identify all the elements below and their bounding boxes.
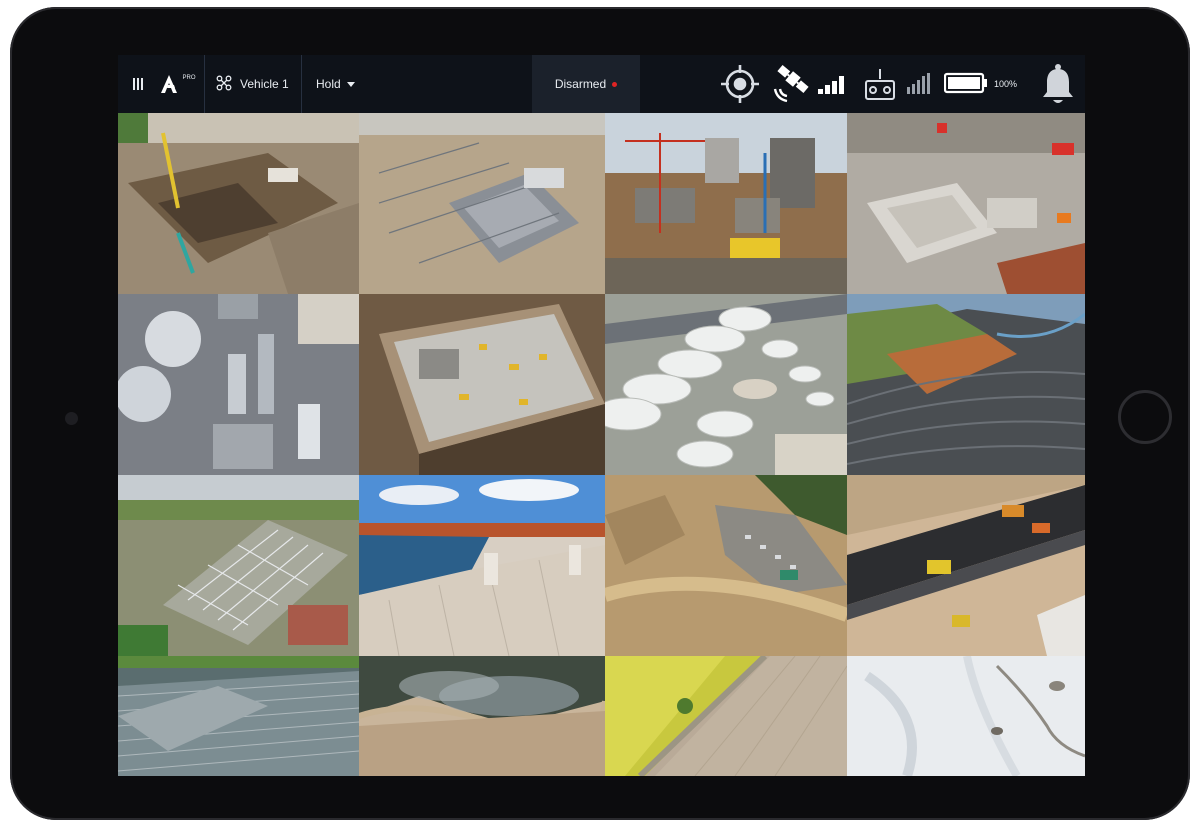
tile-concrete-structure[interactable] [359, 294, 605, 475]
camera-feed-grid [118, 113, 1085, 776]
chevron-down-icon [346, 81, 355, 87]
toolbar-divider [301, 55, 302, 113]
tile-industrial-plant[interactable] [118, 294, 359, 475]
tile-road-paving[interactable] [847, 475, 1085, 656]
tile-greenhouses[interactable] [118, 656, 359, 776]
arm-status-label: Disarmed [554, 77, 607, 91]
tile-snowy-terrain[interactable] [847, 656, 1085, 776]
battery-status[interactable]: 100% [943, 55, 1018, 113]
arm-status-dot [612, 81, 618, 87]
logo-pro-label: PRO [182, 75, 196, 81]
tile-open-pit-mine[interactable] [847, 294, 1085, 475]
top-toolbar: PRO Vehicle 1 Hold Disarmed 100% [118, 55, 1085, 113]
bell-icon[interactable] [1038, 55, 1078, 113]
tile-farmland-road[interactable] [605, 656, 847, 776]
app-screen: PRO Vehicle 1 Hold Disarmed 100% [118, 55, 1085, 776]
tile-excavation-site[interactable] [118, 113, 359, 294]
tile-wildfire[interactable] [359, 656, 605, 776]
tile-hydro-dam[interactable] [359, 475, 605, 656]
app-logo-icon[interactable]: PRO [152, 55, 202, 113]
flight-mode-label: Hold [316, 77, 341, 91]
battery-percent: 100% [994, 79, 1018, 89]
home-button[interactable] [1118, 390, 1172, 444]
menu-icon[interactable] [124, 55, 152, 113]
satellite-icon [771, 61, 817, 108]
arm-status-indicator[interactable]: Disarmed [532, 55, 640, 113]
crosshair-icon[interactable] [718, 55, 762, 113]
toolbar-divider [204, 55, 205, 113]
gps-signal-bars-icon [817, 71, 849, 98]
vehicle-selector[interactable]: Vehicle 1 [206, 55, 312, 113]
tile-steel-frame-site[interactable] [359, 113, 605, 294]
gps-status[interactable] [770, 55, 850, 113]
rc-signal-bars-icon [905, 55, 931, 113]
tile-foundation-site[interactable] [847, 113, 1085, 294]
vehicle-label: Vehicle 1 [240, 77, 289, 91]
remote-controller-icon[interactable] [863, 55, 897, 113]
tile-oil-storage-tanks[interactable] [605, 294, 847, 475]
tile-earthworks-site[interactable] [605, 475, 847, 656]
front-camera [65, 412, 78, 425]
flight-mode-dropdown[interactable]: Hold [304, 55, 376, 113]
battery-icon [943, 72, 988, 96]
drone-icon [216, 75, 232, 94]
tile-highrise-construction[interactable] [605, 113, 847, 294]
tile-power-substation[interactable] [118, 475, 359, 656]
